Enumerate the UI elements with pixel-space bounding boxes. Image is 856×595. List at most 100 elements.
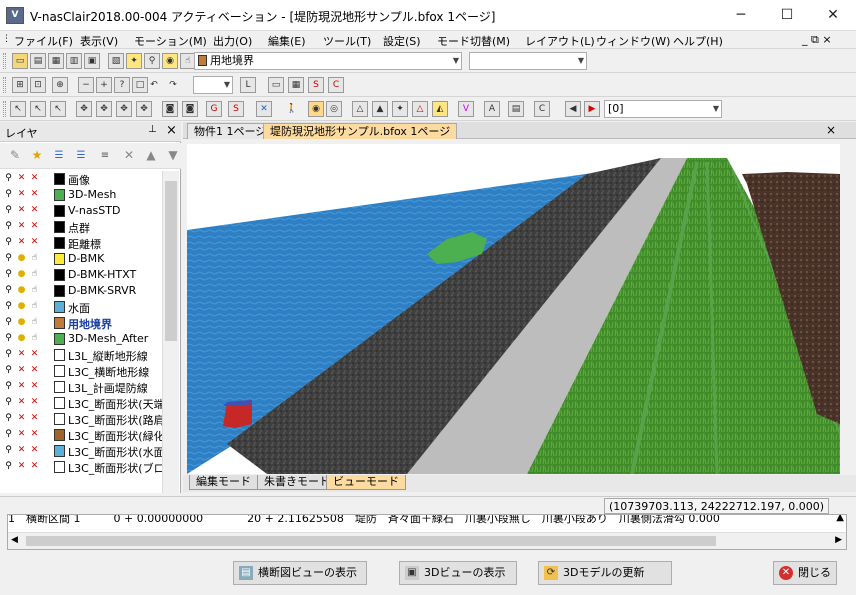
zoom-fit-icon[interactable]: ⊡ <box>30 77 46 93</box>
close-icon[interactable]: × <box>166 123 177 138</box>
menu-tools[interactable]: ツール(T) <box>323 33 371 49</box>
move-down-icon[interactable]: ▼ <box>166 149 180 161</box>
locked-icon[interactable]: ✕ <box>29 429 40 440</box>
grid-icon[interactable]: ▦ <box>288 77 304 93</box>
layer-color-swatch[interactable] <box>54 301 65 313</box>
layer-row[interactable]: ⚲ ✕ ✕ 画像 <box>0 171 162 187</box>
go-icon[interactable]: G <box>206 101 222 117</box>
menu-edit[interactable]: 編集(E) <box>268 33 306 49</box>
save-icon[interactable]: ▤ <box>30 53 46 69</box>
menu-settings[interactable]: 設定(S) <box>383 33 421 49</box>
locked-icon[interactable]: ✕ <box>29 205 40 216</box>
layer-color-swatch[interactable] <box>54 173 65 185</box>
magnifier-icon[interactable]: ⚲ <box>3 365 14 376</box>
magnifier-icon[interactable]: ⚲ <box>3 189 14 200</box>
triangle-red-icon[interactable]: △ <box>412 101 428 117</box>
star-icon[interactable]: ★ <box>30 149 44 161</box>
layer-row[interactable]: ⚲ ✕ ✕ L3C_断面形状(天端 <box>0 395 162 411</box>
view-icon[interactable]: V <box>458 101 474 117</box>
hand-icon[interactable]: ☝ <box>29 253 40 264</box>
printer-icon[interactable]: ▣ <box>84 53 100 69</box>
print-icon[interactable]: ▦ <box>48 53 64 69</box>
hidden-icon[interactable]: ✕ <box>16 365 27 376</box>
layer-combo[interactable]: 用地境界 ▼ <box>194 52 462 70</box>
tool-a-icon[interactable]: ↖ <box>10 101 26 117</box>
set-icon[interactable]: S <box>308 77 324 93</box>
locked-icon[interactable]: ✕ <box>29 349 40 360</box>
tab-view-mode[interactable]: ビューモード <box>326 475 406 490</box>
triangle-yellow-icon[interactable]: ◭ <box>432 101 448 117</box>
3d-view-button[interactable]: ▣ 3Dビューの表示 <box>399 561 517 585</box>
layer-row[interactable]: ⚲ ✕ ✕ L3C_横断地形線 <box>0 363 162 379</box>
hidden-icon[interactable]: ✕ <box>16 205 27 216</box>
locked-icon[interactable]: ✕ <box>29 445 40 456</box>
magnifier-icon[interactable]: ⚲ <box>3 205 14 216</box>
layer-row[interactable]: ⚲ ✕ ✕ L3C_断面形状(緑化 <box>0 427 162 443</box>
avi-icon[interactable]: A <box>484 101 500 117</box>
hidden-icon[interactable]: ✕ <box>16 413 27 424</box>
3d-scene[interactable] <box>187 144 840 474</box>
tool-f-icon[interactable]: ✥ <box>116 101 132 117</box>
zoom-in-icon[interactable]: + <box>96 77 112 93</box>
layer-color-swatch[interactable] <box>54 189 65 201</box>
layer-row[interactable]: ⚲ ✕ ✕ 3D-Mesh <box>0 187 162 203</box>
visible-bulb-icon[interactable]: ● <box>16 253 27 264</box>
tool-g-icon[interactable]: ✥ <box>136 101 152 117</box>
delete-icon[interactable]: ✕ <box>122 149 136 161</box>
layer-row[interactable]: ⚲ ● ☝ D-BMK-SRVR <box>0 283 162 299</box>
layer-row[interactable]: ⚲ ✕ ✕ V-nasSTD <box>0 203 162 219</box>
hand-icon[interactable]: ☝ <box>29 285 40 296</box>
hidden-icon[interactable]: ✕ <box>16 221 27 232</box>
move-up-icon[interactable]: ▲ <box>144 149 158 161</box>
3d-viewport[interactable] <box>187 144 840 474</box>
hidden-icon[interactable]: ✕ <box>16 397 27 408</box>
locked-icon[interactable]: ✕ <box>29 381 40 392</box>
stop-icon[interactable]: S <box>228 101 244 117</box>
visible-bulb-icon[interactable]: ● <box>16 333 27 344</box>
layer-color-swatch[interactable] <box>54 429 65 441</box>
tool-i-icon[interactable]: ▤ <box>508 101 524 117</box>
menu-mode-switch[interactable]: モード切替(M) <box>437 33 510 49</box>
zoom-out-icon[interactable]: − <box>78 77 94 93</box>
magnifier-icon[interactable]: ⚲ <box>3 269 14 280</box>
triangle-view-icon[interactable]: △ <box>352 101 368 117</box>
magnifier-icon[interactable]: ⚲ <box>3 301 14 312</box>
layer-row[interactable]: ⚲ ✕ ✕ 距離標 <box>0 235 162 251</box>
layer-row[interactable]: ⚲ ● ☝ D-BMK-HTXT <box>0 267 162 283</box>
magnifier-icon[interactable]: ⚲ <box>3 333 14 344</box>
layer-color-swatch[interactable] <box>54 253 65 265</box>
layer-color-swatch[interactable] <box>54 445 65 457</box>
sphere-icon[interactable]: ◎ <box>326 101 342 117</box>
scrollbar-thumb[interactable] <box>26 536 716 546</box>
table-scroll-up-icon[interactable]: ▲ <box>836 515 844 523</box>
layer-color-swatch[interactable] <box>54 317 65 329</box>
list-icon[interactable]: ≡ <box>98 150 112 161</box>
tool-h-icon[interactable]: ✦ <box>392 101 408 117</box>
magnifier-icon[interactable]: ⚲ <box>3 221 14 232</box>
layer-row[interactable]: ⚲ ✕ ✕ L3L_計画堤防線 <box>0 379 162 395</box>
lightbulb-icon[interactable]: ◉ <box>162 53 178 69</box>
layer-color-swatch[interactable] <box>54 381 65 393</box>
scroll-right-icon[interactable]: ▶ <box>835 535 842 545</box>
camera-2-icon[interactable]: ◙ <box>182 101 198 117</box>
tab-edit-mode[interactable]: 編集モード <box>189 475 258 490</box>
layer-row[interactable]: ⚲ ✕ ✕ L3C_断面形状(ブロ <box>0 459 162 475</box>
locked-icon[interactable]: ✕ <box>29 189 40 200</box>
close-tab-icon[interactable]: × <box>826 123 836 137</box>
layer-color-swatch[interactable] <box>54 365 65 377</box>
magnifier-icon[interactable]: ⚲ <box>3 173 14 184</box>
locked-icon[interactable]: ✕ <box>29 221 40 232</box>
visible-bulb-icon[interactable]: ● <box>16 301 27 312</box>
layer-color-swatch[interactable] <box>54 349 65 361</box>
zoom-prev-icon[interactable]: ? <box>114 77 130 93</box>
hidden-icon[interactable]: ✕ <box>16 237 27 248</box>
locked-icon[interactable]: ✕ <box>29 413 40 424</box>
check-icon[interactable]: C <box>328 77 344 93</box>
layer-row[interactable]: ⚲ ● ☝ 水面 <box>0 299 162 315</box>
camera-icon[interactable]: ◙ <box>162 101 178 117</box>
menu-window[interactable]: ウィンドウ(W) <box>596 33 670 49</box>
layer-color-swatch[interactable] <box>54 269 65 281</box>
magnifier-icon[interactable]: ⚲ <box>3 429 14 440</box>
layer-row[interactable]: ⚲ ● ☝ 用地境界 <box>0 315 162 331</box>
tab-document-1[interactable]: 物件1 1ページ <box>187 123 274 139</box>
